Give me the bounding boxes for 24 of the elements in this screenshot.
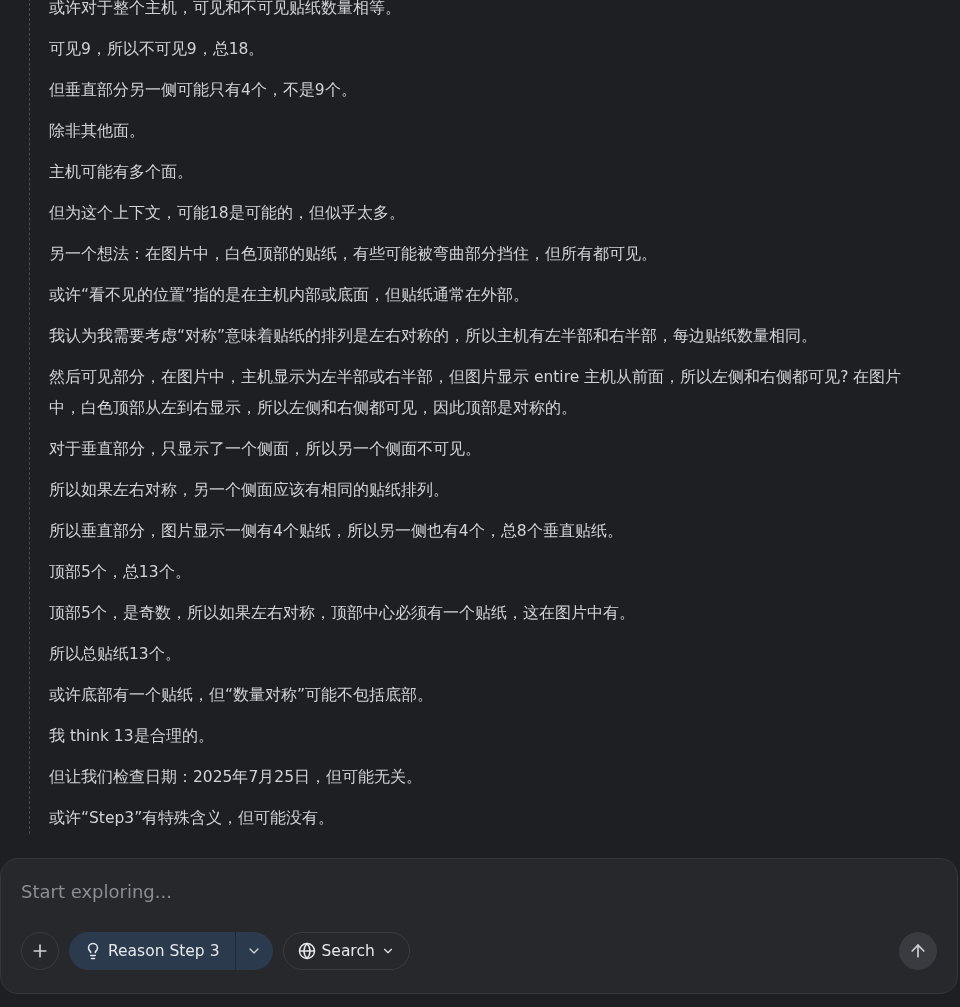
reasoning-paragraph: 我认为我需要考虑“对称”意味着贴纸的排列是左右对称的，所以主机有左半部和右半部，每边贴纸数量相同。 (49, 326, 819, 347)
reasoning-paragraph: 然后可见部分，在图片中，主机显示为左半部或右半部，但图片显示 entire 主机从前面，所以左侧和右侧都可见? 在图片中，白色顶部从左到右显示，所以左侧和右侧都可见，因此顶部是对称的。 (49, 367, 903, 419)
reasoning-paragraph: 所以如果左右对称，另一个侧面应该有相同的贴纸排列。 (49, 480, 450, 501)
reasoning-paragraph: 或许“Step3”有特殊含义，但可能没有。 (49, 808, 336, 829)
reasoning-paragraph: 可见9，所以不可见9，总18。 (49, 39, 266, 60)
reasoning-paragraph: 除非其他面。 (49, 121, 146, 142)
reasoning-paragraph: 主机可能有多个面。 (49, 162, 194, 183)
reasoning-paragraph: 但让我们检查日期：2025年7月25日，但可能无关。 (49, 767, 424, 788)
reasoning-paragraph: 或许对于整个主机，可见和不可见贴纸数量相等。 (49, 0, 402, 19)
reasoning-paragraph: 但为这个上下文，可能18是可能的，但似乎太多。 (49, 203, 406, 224)
prompt-input[interactable]: Start exploring... (21, 881, 937, 902)
reasoning-paragraph: 所以垂直部分，图片显示一侧有4个贴纸，所以另一侧也有4个，总8个垂直贴纸。 (49, 521, 624, 542)
reasoning-paragraph: 或许底部有一个贴纸，但“数量对称”可能不包括底部。 (49, 685, 435, 706)
reasoning-paragraph: 我 think 13是合理的。 (49, 726, 215, 747)
send-button[interactable] (899, 932, 937, 970)
globe-icon (297, 942, 316, 960)
reasoning-paragraph: 但垂直部分另一侧可能只有4个，不是9个。 (49, 80, 358, 101)
reasoning-paragraph: 顶部5个，是奇数，所以如果左右对称，顶部中心必须有一个贴纸，这在图片中有。 (49, 603, 636, 624)
reasoning-paragraph: 所以总贴纸13个。 (49, 644, 182, 665)
reasoning-paragraph: 另一个想法：在图片中，白色顶部的贴纸，有些可能被弯曲部分挡住，但所有都可见。 (49, 244, 658, 265)
reason-mode-button[interactable]: Reason Step 3 (69, 932, 235, 970)
reasoning-paragraph: 顶部5个，总13个。 (49, 562, 192, 583)
reasoning-paragraph: 或许“看不见的位置”指的是在主机内部或底面，但贴纸通常在外部。 (49, 285, 531, 306)
reasoning-paragraph: 对于垂直部分，只显示了一个侧面，所以另一个侧面不可见。 (49, 439, 482, 460)
